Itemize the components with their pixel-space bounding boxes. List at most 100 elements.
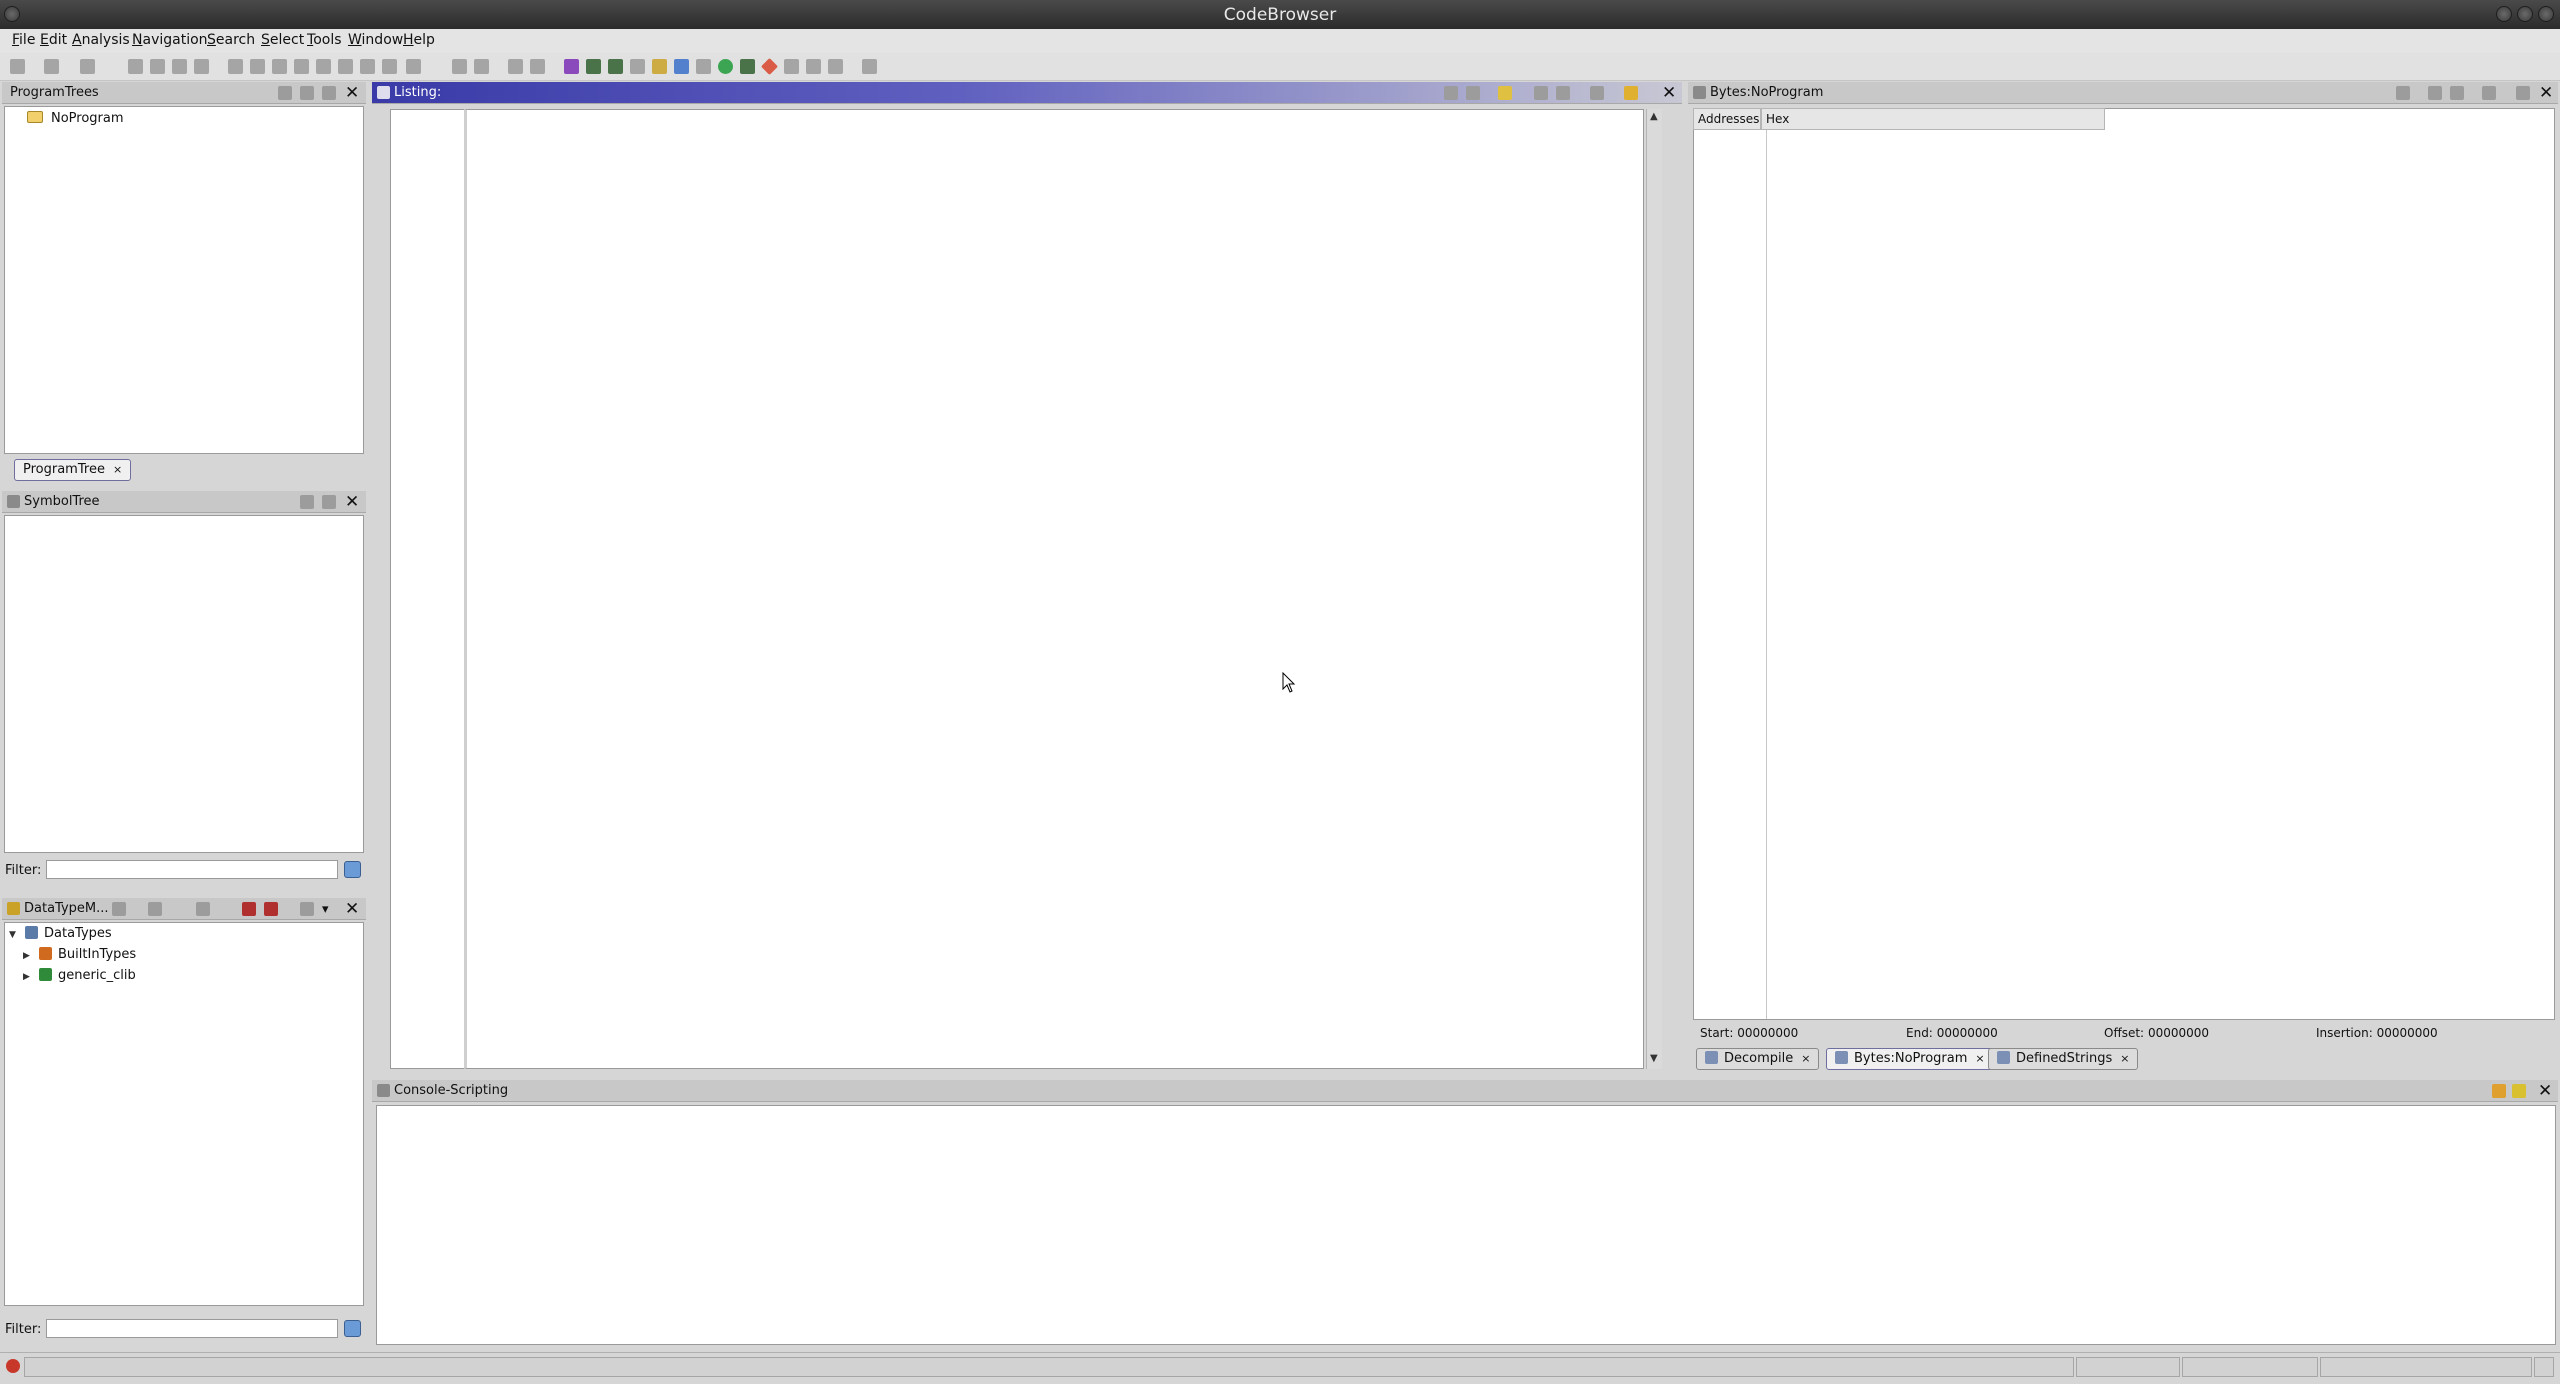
back-arrow-icon[interactable] <box>44 59 59 74</box>
dtm-filter-input[interactable] <box>46 1319 338 1338</box>
view-tree-icon[interactable] <box>300 86 314 100</box>
nav-undefined-icon[interactable] <box>172 59 187 74</box>
run-script-icon[interactable] <box>718 59 733 74</box>
display-options-icon[interactable] <box>1624 86 1638 100</box>
nav-label-icon[interactable] <box>194 59 209 74</box>
dtm-filter-a-icon[interactable] <box>242 902 256 916</box>
bytes-copy-icon[interactable] <box>2428 86 2442 100</box>
paste-icon[interactable] <box>474 59 489 74</box>
close-icon[interactable]: ✕ <box>2539 83 2553 103</box>
scroll-up-icon[interactable]: ▲ <box>1650 111 1658 122</box>
window-stack-icon[interactable] <box>806 59 821 74</box>
create-tree-icon[interactable] <box>322 86 336 100</box>
listing-body[interactable] <box>464 109 1644 1069</box>
paste-icon[interactable] <box>1466 86 1480 100</box>
debug-icon[interactable] <box>761 58 778 75</box>
tree-node-builtintypes[interactable]: ▶ BuiltInTypes <box>23 947 136 962</box>
undo-icon[interactable] <box>508 59 523 74</box>
close-icon[interactable]: ✕ <box>345 899 359 919</box>
bytes-edit-icon[interactable] <box>2396 86 2410 100</box>
decompile-icon[interactable] <box>674 59 689 74</box>
nav-instruction-icon[interactable] <box>150 59 165 74</box>
bytes-snapshot-icon[interactable] <box>2516 86 2530 100</box>
redo-icon[interactable] <box>530 59 545 74</box>
maximize-button[interactable] <box>2517 6 2533 22</box>
nav-data-icon[interactable] <box>128 59 143 74</box>
menu-select[interactable]: Select <box>261 32 304 48</box>
close-icon[interactable]: ✕ <box>1662 83 1676 103</box>
bytes-wrench-icon[interactable] <box>2482 86 2496 100</box>
column-header-hex[interactable]: Hex <box>1761 108 2105 130</box>
copy-icon[interactable] <box>1444 86 1458 100</box>
network-icon[interactable] <box>828 59 843 74</box>
symbol-refresh-icon[interactable] <box>322 495 336 509</box>
next-bookmark-icon[interactable] <box>406 59 421 74</box>
tree-node-datatypes[interactable]: ▼ DataTypes <box>9 926 112 941</box>
tree-node-generic-clib[interactable]: ▶ generic_clib <box>23 968 136 983</box>
cursor-select-icon[interactable] <box>1498 86 1512 100</box>
menu-search[interactable]: Search <box>207 32 255 48</box>
expander-open-icon[interactable]: ▼ <box>9 930 19 940</box>
close-window-button[interactable] <box>2538 6 2554 22</box>
minimize-button[interactable] <box>2496 6 2512 22</box>
field-edit-icon[interactable] <box>1534 86 1548 100</box>
open-tree-icon[interactable] <box>278 86 292 100</box>
menu-tools[interactable]: Tools <box>307 32 342 48</box>
expander-closed-icon[interactable]: ▶ <box>23 972 33 982</box>
forward-arrow-icon[interactable] <box>80 59 95 74</box>
dtm-archive-icon[interactable] <box>196 902 210 916</box>
next-value-icon[interactable] <box>382 59 397 74</box>
cut-icon[interactable] <box>452 59 467 74</box>
dtm-forward-icon[interactable] <box>148 902 162 916</box>
next-data-icon[interactable] <box>272 59 287 74</box>
navigate-icon[interactable] <box>1556 86 1570 100</box>
bytes-paste-icon[interactable] <box>2450 86 2464 100</box>
next-label-icon[interactable] <box>316 59 331 74</box>
close-icon[interactable]: ✕ <box>2538 1081 2552 1101</box>
menu-navigation[interactable]: Navigation <box>132 32 208 48</box>
tab-bytes-noprogram[interactable]: Bytes:NoProgram × <box>1826 1048 1994 1070</box>
next-instruction-icon[interactable] <box>250 59 265 74</box>
clipboard-icon[interactable] <box>784 59 799 74</box>
menu-window[interactable]: Window <box>348 32 403 48</box>
dtm-back-icon[interactable] <box>112 902 126 916</box>
tab-close-icon[interactable]: × <box>1801 1052 1810 1065</box>
filter-options-icon[interactable] <box>344 1320 361 1337</box>
close-icon[interactable]: ✕ <box>345 492 359 512</box>
next-function-icon[interactable] <box>338 59 353 74</box>
call-graph-icon[interactable] <box>696 59 711 74</box>
dtm-filter-b-icon[interactable] <box>264 902 278 916</box>
tab-program-tree[interactable]: ProgramTree × <box>14 459 132 481</box>
next-down-icon[interactable] <box>228 59 243 74</box>
function-graph-icon[interactable] <box>608 59 623 74</box>
next-non-function-icon[interactable] <box>360 59 375 74</box>
listing-scrollbar[interactable]: ▲ ▼ <box>1646 109 1662 1069</box>
console-lock-icon[interactable] <box>2492 1084 2506 1098</box>
menu-help[interactable]: Help <box>403 32 435 48</box>
scroll-down-icon[interactable]: ▼ <box>1650 1053 1658 1064</box>
chevron-down-icon[interactable]: ▾ <box>322 902 336 917</box>
tree-node-noprogram[interactable]: NoProgram <box>27 111 124 126</box>
console-body[interactable] <box>376 1105 2556 1345</box>
snapshot-icon[interactable] <box>1590 86 1604 100</box>
menu-edit[interactable]: Edit <box>40 32 67 48</box>
tab-close-icon[interactable]: × <box>113 463 122 476</box>
expander-closed-icon[interactable]: ▶ <box>23 951 33 961</box>
close-icon[interactable]: ✕ <box>345 83 359 103</box>
symbol-filter-input[interactable] <box>46 860 338 879</box>
console-clear-icon[interactable] <box>2512 1084 2526 1098</box>
save-icon[interactable] <box>10 59 25 74</box>
check-icon[interactable] <box>564 59 579 74</box>
tab-defined-strings[interactable]: DefinedStrings × <box>1988 1048 2139 1070</box>
collapse-all-icon[interactable] <box>300 902 314 916</box>
tab-close-icon[interactable]: × <box>2120 1052 2129 1065</box>
tab-close-icon[interactable]: × <box>1975 1052 1984 1065</box>
tab-decompile[interactable]: Decompile × <box>1696 1048 1820 1070</box>
bytes-view-icon[interactable] <box>586 59 601 74</box>
menu-analysis[interactable]: Analysis <box>72 32 130 48</box>
memory-map-icon[interactable] <box>630 59 645 74</box>
bytes-body[interactable] <box>1693 108 2555 1020</box>
column-header-addresses[interactable]: Addresses <box>1693 108 1761 130</box>
script-manager-icon[interactable] <box>740 59 755 74</box>
symbol-filter-icon[interactable] <box>300 495 314 509</box>
